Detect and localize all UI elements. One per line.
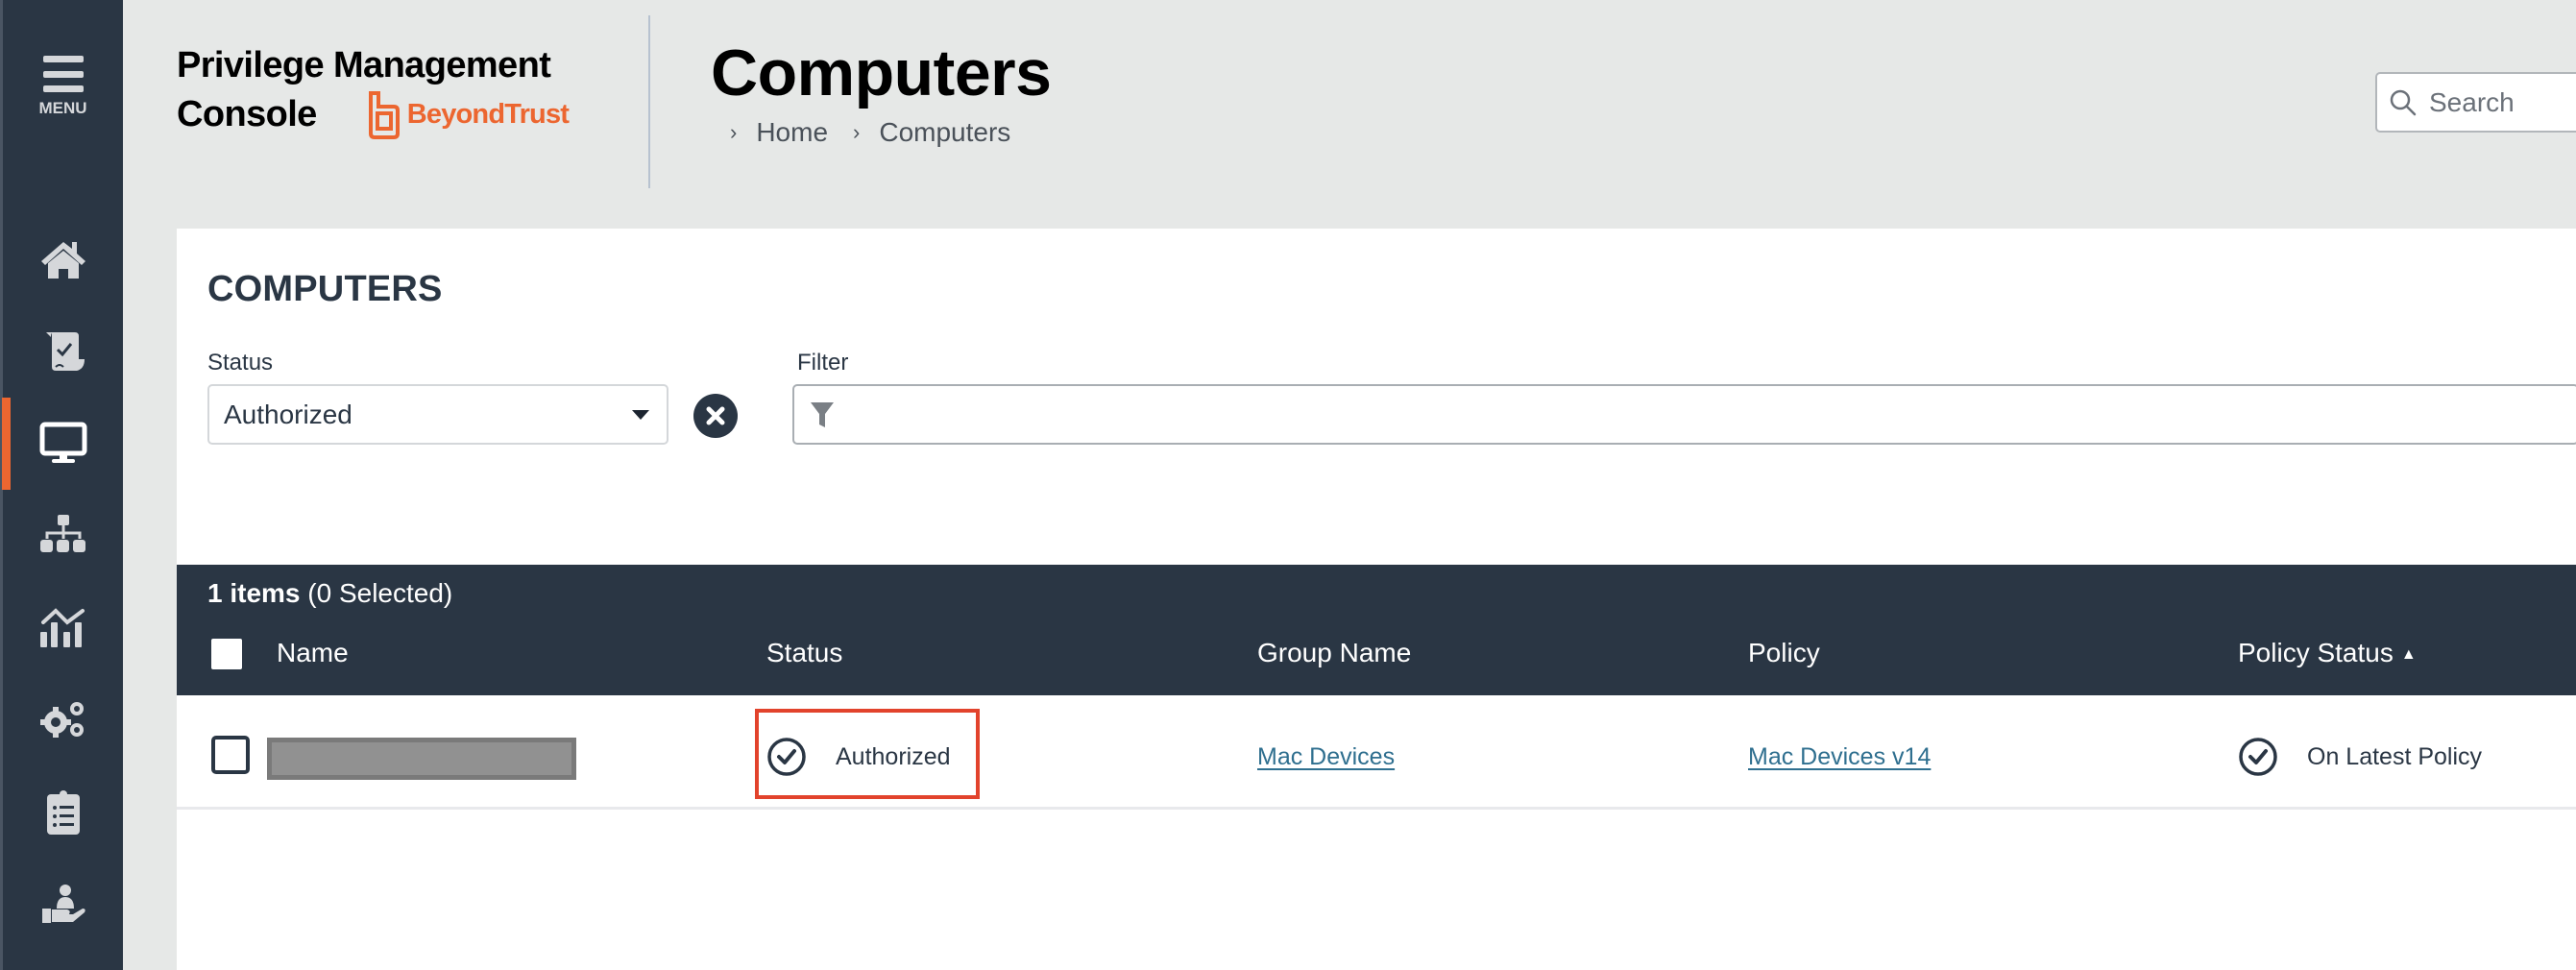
sidebar-item-groups[interactable] <box>3 490 123 582</box>
breadcrumb: › Home › Computers <box>730 117 1035 148</box>
filter-label: Filter <box>797 350 849 376</box>
beyondtrust-logo-icon <box>368 91 400 139</box>
computer-name-redacted <box>267 738 576 780</box>
sidebar: MENU <box>0 0 123 970</box>
home-icon <box>40 242 85 279</box>
gears-icon <box>39 702 84 738</box>
caret-down-icon <box>632 409 649 420</box>
monitor-icon <box>39 422 86 463</box>
status-filter-label: Status <box>207 350 274 376</box>
breadcrumb-home[interactable]: Home <box>756 117 828 148</box>
sort-ascending-icon: ▲ <box>2400 646 2417 663</box>
status-cell: Authorized <box>766 738 951 776</box>
search-input[interactable] <box>2429 86 2576 118</box>
check-circle-icon <box>767 738 806 776</box>
section-title: COMPUTERS <box>207 269 443 309</box>
column-header-name[interactable]: Name <box>277 638 349 668</box>
column-header-policy-status[interactable]: Policy Status ▲ <box>2238 638 2417 668</box>
column-header-policy[interactable]: Policy <box>1748 638 1820 668</box>
beyondtrust-logo-text: BeyondTrust <box>406 98 570 130</box>
clear-status-filter-button[interactable] <box>693 394 738 438</box>
item-count-total: 1 items <box>207 578 301 608</box>
sidebar-item-activity[interactable] <box>3 766 123 859</box>
status-dropdown-value: Authorized <box>224 399 352 429</box>
sidebar-item-users[interactable] <box>3 859 123 951</box>
clipboard-list-icon <box>46 790 80 835</box>
select-all-checkbox[interactable] <box>211 639 242 669</box>
scroll-check-icon <box>45 332 85 371</box>
sidebar-item-analytics[interactable] <box>3 582 123 674</box>
column-header-status[interactable]: Status <box>766 638 842 668</box>
chevron-right-icon: › <box>730 120 738 144</box>
search-icon <box>2390 89 2417 115</box>
page-title: Computers <box>711 36 1052 109</box>
chevron-right-icon: › <box>853 120 861 144</box>
filter-icon <box>811 401 834 427</box>
group-name-link[interactable]: Mac Devices <box>1257 743 1395 771</box>
computers-panel: COMPUTERS Status Authorized Filter 1 ite… <box>177 229 2576 970</box>
global-search[interactable] <box>2375 72 2576 133</box>
filter-field[interactable] <box>792 384 2576 445</box>
sitemap-icon <box>39 515 85 552</box>
menu-button[interactable]: MENU <box>3 56 123 133</box>
sidebar-item-home[interactable] <box>3 213 123 305</box>
menu-label: MENU <box>38 99 87 117</box>
filter-input[interactable] <box>846 400 2576 429</box>
item-count-selected: (0 Selected) <box>300 578 453 608</box>
status-dropdown[interactable]: Authorized <box>207 384 668 445</box>
beyondtrust-logo: BeyondTrust <box>365 89 570 139</box>
table-row[interactable]: Authorized Mac Devices Mac Devices v14 O… <box>177 695 2576 810</box>
app-title-line2: Console <box>177 94 317 134</box>
app-brand: Privilege Management Console BeyondTrust <box>177 43 570 139</box>
header-divider <box>648 15 650 188</box>
item-count: 1 items (0 Selected) <box>207 578 452 609</box>
sidebar-item-configuration[interactable] <box>3 674 123 766</box>
close-icon <box>706 406 725 425</box>
policy-status-cell: On Latest Policy <box>2238 738 2482 776</box>
app-title-line1: Privilege Management <box>177 45 551 85</box>
table-header: 1 items (0 Selected) Name Status Group N… <box>177 565 2576 695</box>
column-header-policy-status-label: Policy Status <box>2238 638 2394 667</box>
column-header-group-name[interactable]: Group Name <box>1257 638 1411 668</box>
policy-status-value: On Latest Policy <box>2307 742 2483 770</box>
check-circle-icon <box>2239 738 2277 776</box>
chart-line-icon <box>39 608 85 647</box>
group-name-cell: Mac Devices <box>1257 738 1395 776</box>
policy-cell: Mac Devices v14 <box>1748 738 1931 776</box>
sidebar-item-policies[interactable] <box>3 305 123 398</box>
status-value: Authorized <box>836 742 951 770</box>
hand-user-icon <box>41 885 85 923</box>
sidebar-item-computers[interactable] <box>2 398 123 490</box>
hamburger-icon <box>42 56 84 92</box>
breadcrumb-computers: Computers <box>879 117 1011 147</box>
row-checkbox[interactable] <box>211 736 250 774</box>
policy-link[interactable]: Mac Devices v14 <box>1748 743 1931 771</box>
